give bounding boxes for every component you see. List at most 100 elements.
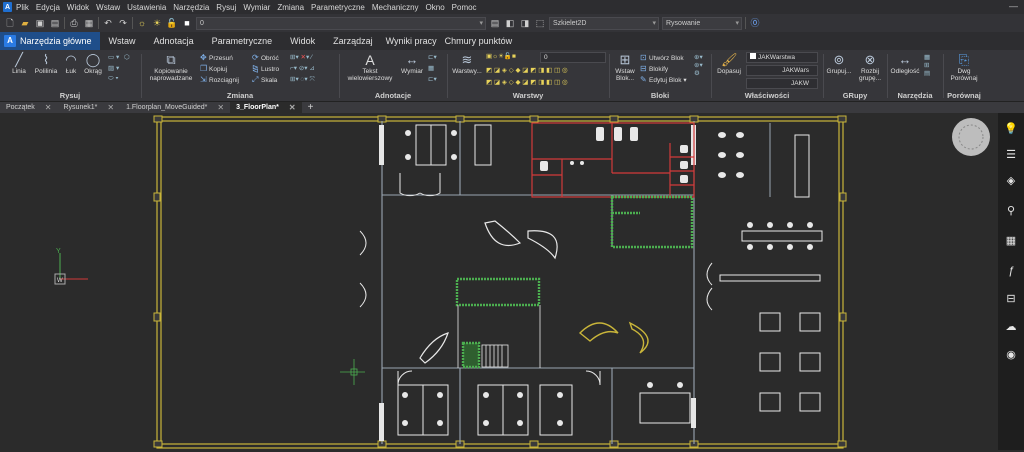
layer-manager-icon[interactable]: ▤ [489, 17, 501, 29]
polilinia-button[interactable]: ⌇ Polilinia [32, 53, 60, 76]
menu-parametryczne[interactable]: Parametryczne [311, 3, 365, 12]
grid-icon[interactable]: ▦ [1003, 233, 1019, 249]
tab-chmury-punktow[interactable]: Chmury punktów [441, 32, 517, 50]
obroc-button[interactable]: ⟳ Obróć [252, 53, 279, 62]
tab-widok[interactable]: Widok [281, 32, 324, 50]
doc-tab-3-floorplan[interactable]: 3_FloorPlan* ✕ [230, 102, 302, 113]
block-tools-icon[interactable]: ⊕▾ ⊛▾ ⚙ [694, 53, 703, 77]
plot-preview-icon[interactable]: ▦ [83, 17, 95, 29]
fillet-icon[interactable]: ⌐▾ ⊘▾ ⊿ [290, 64, 315, 72]
trim-icon[interactable]: ⊞▾ ✕▾ ∕ [290, 53, 312, 61]
linetype-dropdown[interactable]: JAKWars [746, 65, 818, 76]
tab-adnotacja[interactable]: Adnotacja [145, 32, 203, 50]
menu-rysuj[interactable]: Rysuj [216, 3, 236, 12]
rectangle-tool-icon[interactable]: ▭ ▾ [108, 53, 119, 61]
doc-tab-rysunek1[interactable]: Rysunek1* ✕ [58, 102, 121, 113]
open-folder-icon[interactable]: ▰ [19, 17, 31, 29]
rozbij-grupe-button[interactable]: ⊗ Rozbij grupę... [854, 53, 886, 83]
tab-narzedzia-glowne[interactable]: A Narzędzia główne [0, 32, 100, 50]
doc-tab-floorplan-moveguided[interactable]: 1.Floorplan_MoveGuided* ✕ [120, 102, 230, 113]
close-icon[interactable]: ✕ [45, 102, 52, 113]
layer-state-icons[interactable]: ▣☼☀🔓■ [486, 52, 516, 60]
layer-state-icon[interactable]: ☼ [136, 17, 148, 29]
menu-narzedzia[interactable]: Narzędzia [173, 3, 209, 12]
markup-icon[interactable]: ⊏▾ [428, 75, 437, 83]
przesun-button[interactable]: ✥ Przesuń [200, 53, 233, 62]
navigation-wheel[interactable] [952, 118, 990, 156]
layer-combo[interactable]: 0 [196, 16, 486, 30]
layer-iso-icon[interactable]: ◨ [519, 17, 531, 29]
visual-style-combo[interactable]: Szkielet2D [549, 16, 659, 30]
menu-ustawienia[interactable]: Ustawienia [127, 3, 166, 12]
menu-plik[interactable]: Plik [16, 3, 29, 12]
help-icon[interactable]: ⓪ [749, 17, 761, 29]
close-icon[interactable]: ✕ [289, 102, 296, 113]
function-icon[interactable]: ƒ [1003, 263, 1019, 279]
print-icon[interactable]: ⎙ [68, 17, 80, 29]
color-dropdown[interactable]: JAKWarstwa [746, 52, 818, 63]
sliders-icon[interactable]: ☰ [1003, 147, 1019, 163]
wstaw-blok-button[interactable]: ⊞ Wstaw Blok... [612, 53, 638, 83]
edytuj-blok-button[interactable]: ✎ Edytuj Blok ▾ [640, 75, 687, 84]
layer-tools-row-2[interactable]: ◩ ◪ ◈ ◇ ◆ ◪ ◩ ◨ ◧ ◫ ◎ [486, 78, 568, 86]
paperclip-icon[interactable]: ⚲ [1003, 203, 1019, 219]
dwg-porownaj-button[interactable]: ⎘ Dwg Porównaj [946, 53, 982, 83]
layer-tools-row-1[interactable]: ◩ ◪ ◈ ◇ ◆ ◪ ◩ ◨ ◧ ◫ ◎ [486, 66, 568, 74]
point-tool-icon[interactable]: ⬡ [124, 53, 130, 61]
warstwy-button[interactable]: ≋ Warstwy... [450, 53, 484, 76]
kopiowanie-button[interactable]: ⧉ Kopiowanie naprowadzane [146, 53, 196, 83]
close-icon[interactable]: ✕ [217, 102, 224, 113]
ellipse-tool-icon[interactable]: ⬭ ▾ [108, 75, 119, 83]
menu-zmiana[interactable]: Zmiana [277, 3, 304, 12]
menu-widok[interactable]: Widok [67, 3, 89, 12]
drawing-canvas[interactable]: Y W [0, 113, 998, 450]
grupuj-button[interactable]: ⊚ Grupuj... [824, 53, 854, 76]
rozciagnij-button[interactable]: ⇲ Rozciągnij [200, 75, 239, 84]
measure-tools-icon[interactable]: ▦ ⊞ ▤ [924, 53, 930, 77]
new-tab-button[interactable]: + [302, 102, 320, 113]
menu-mechaniczny[interactable]: Mechaniczny [372, 3, 419, 12]
new-file-icon[interactable]: 🗋 [4, 17, 16, 29]
cloud-icon[interactable]: ☁ [1003, 319, 1019, 335]
menu-okno[interactable]: Okno [426, 3, 445, 12]
menu-wstaw[interactable]: Wstaw [96, 3, 120, 12]
app-menu-icon[interactable]: A [4, 35, 16, 47]
menu-edycja[interactable]: Edycja [36, 3, 60, 12]
layer-color-icon[interactable]: ■ [181, 17, 193, 29]
array-icon[interactable]: ⊞▾ ◌▾ ⤧ [290, 75, 315, 84]
menu-wymiar[interactable]: Wymiar [243, 3, 270, 12]
tree-icon[interactable]: ⊟ [1003, 291, 1019, 307]
dopasuj-button[interactable]: 🖌 Dopasuj [714, 53, 744, 76]
odleglosc-button[interactable]: ↔ Odległość [888, 53, 922, 76]
skala-button[interactable]: ⤢ Skala [252, 75, 277, 85]
okrag-button[interactable]: ◯ Okrąg [82, 53, 104, 76]
lightbulb-icon[interactable]: 💡 [1003, 121, 1019, 137]
layers-icon[interactable]: ◈ [1003, 173, 1019, 189]
leader-icon[interactable]: ⊏▾ [428, 53, 437, 61]
layer-dropdown[interactable]: 0 [540, 52, 606, 63]
minimize-icon[interactable]: — [1009, 1, 1018, 11]
save-icon[interactable]: ▣ [34, 17, 46, 29]
table-icon[interactable]: ▦ [428, 64, 434, 72]
layer-match-icon[interactable]: ⬚ [534, 17, 546, 29]
layer-lock-icon[interactable]: 🔓 [166, 17, 178, 29]
hatch-tool-icon[interactable]: ▨ ▾ [108, 64, 119, 72]
balloon-icon[interactable]: ◉ [1003, 347, 1019, 363]
close-icon[interactable]: ✕ [107, 102, 114, 113]
lineweight-dropdown[interactable]: JAKW [746, 78, 818, 89]
tekst-button[interactable]: A Tekst wielowierszowy [342, 53, 398, 82]
tab-wstaw[interactable]: Wstaw [100, 32, 145, 50]
blokify-button[interactable]: ⊟ Blokify [640, 64, 668, 73]
utworz-blok-button[interactable]: ⊡ Utwórz Blok [640, 53, 684, 62]
redo-icon[interactable]: ↷ [117, 17, 129, 29]
menu-pomoc[interactable]: Pomoc [452, 3, 477, 12]
tab-wyniki-pracy[interactable]: Wyniki pracy [382, 32, 441, 50]
workspace-combo[interactable]: Rysowanie [662, 16, 742, 30]
doc-tab-poczatek[interactable]: Początek ✕ [0, 102, 58, 113]
save-as-icon[interactable]: ▤ [49, 17, 61, 29]
luk-button[interactable]: ◠ Łuk [61, 53, 81, 76]
undo-icon[interactable]: ↶ [102, 17, 114, 29]
tab-zarzadzaj[interactable]: Zarządzaj [324, 32, 382, 50]
tab-parametryczne[interactable]: Parametryczne [203, 32, 282, 50]
layer-previous-icon[interactable]: ◧ [504, 17, 516, 29]
